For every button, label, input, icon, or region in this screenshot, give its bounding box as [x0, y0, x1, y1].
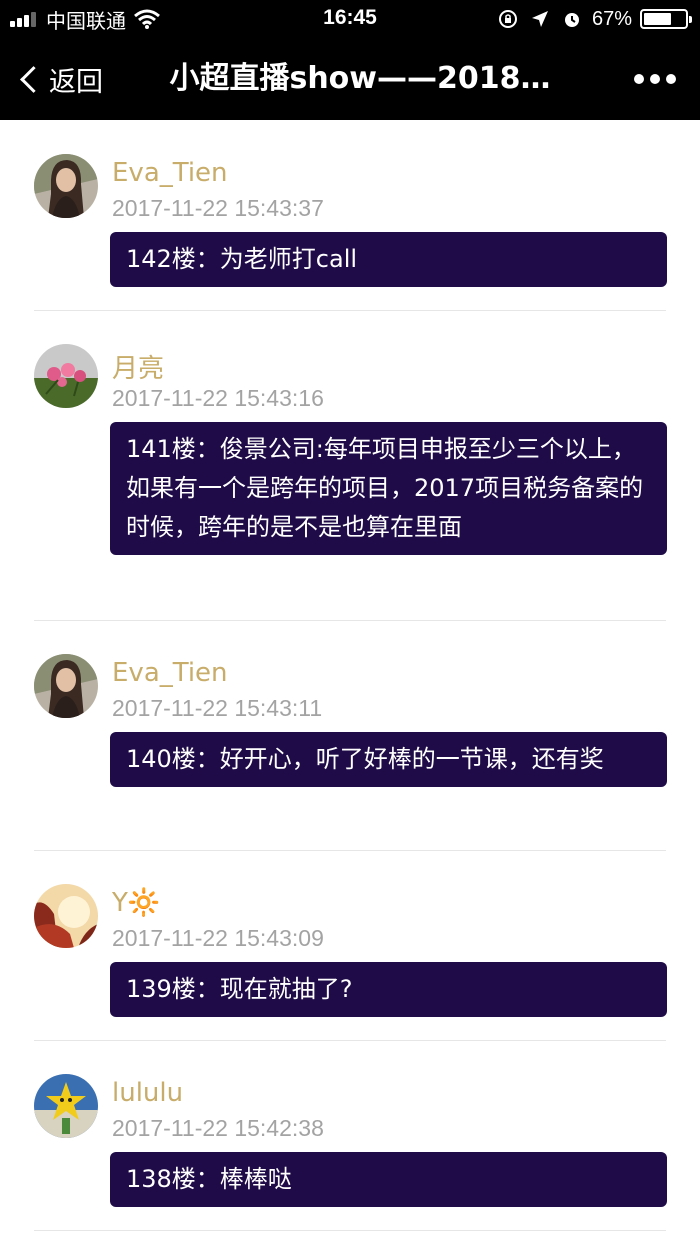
- status-bar: 中国联通 16:45 67%: [0, 0, 700, 38]
- divider: [34, 1040, 666, 1041]
- timestamp: 2017-11-22 15:43:11: [112, 695, 323, 721]
- page-title: 小超直播show——2018…: [169, 61, 551, 96]
- back-button[interactable]: 返回: [16, 58, 103, 100]
- message-bubble: 140楼：好开心，听了好棒的一节课，还有奖: [110, 732, 667, 787]
- message-bubble: 138楼：棒棒哒: [110, 1152, 667, 1207]
- timestamp: 2017-11-22 15:42:38: [112, 1115, 324, 1141]
- battery-icon: [640, 9, 692, 29]
- avatar[interactable]: [34, 1074, 98, 1138]
- lock-rotation-icon: [498, 10, 517, 28]
- location-icon: [531, 11, 548, 27]
- avatar[interactable]: [34, 154, 98, 218]
- back-label: 返回: [49, 66, 103, 98]
- nav-bar: 返回 小超直播show——2018…: [0, 38, 700, 120]
- username: Eva_Tien: [112, 658, 228, 688]
- avatar[interactable]: [34, 884, 98, 948]
- chevron-left-icon: [20, 65, 47, 93]
- username: Eva_Tien: [112, 158, 228, 188]
- divider: [34, 310, 666, 311]
- username: 月亮: [112, 354, 165, 384]
- timestamp: 2017-11-22 15:43:37: [112, 195, 324, 221]
- message-bubble: 142楼：为老师打call: [110, 232, 667, 287]
- more-dots-icon[interactable]: [628, 68, 676, 90]
- divider: [34, 850, 666, 851]
- message-bubble: 141楼：俊景公司:每年项目申报至少三个以上，如果有一个是跨年的项目，2017项…: [110, 422, 667, 555]
- battery-percent: 67%: [591, 7, 632, 30]
- username: lululu: [112, 1078, 184, 1108]
- avatar[interactable]: [34, 654, 98, 718]
- alarm-icon: [564, 13, 579, 27]
- timestamp: 2017-11-22 15:43:09: [112, 925, 324, 951]
- divider: [34, 1230, 666, 1231]
- avatar[interactable]: [34, 344, 98, 408]
- username: Y🔆: [112, 888, 161, 918]
- timestamp: 2017-11-22 15:43:16: [112, 385, 324, 411]
- divider: [34, 620, 666, 621]
- message-bubble: 139楼：现在就抽了?: [110, 962, 667, 1017]
